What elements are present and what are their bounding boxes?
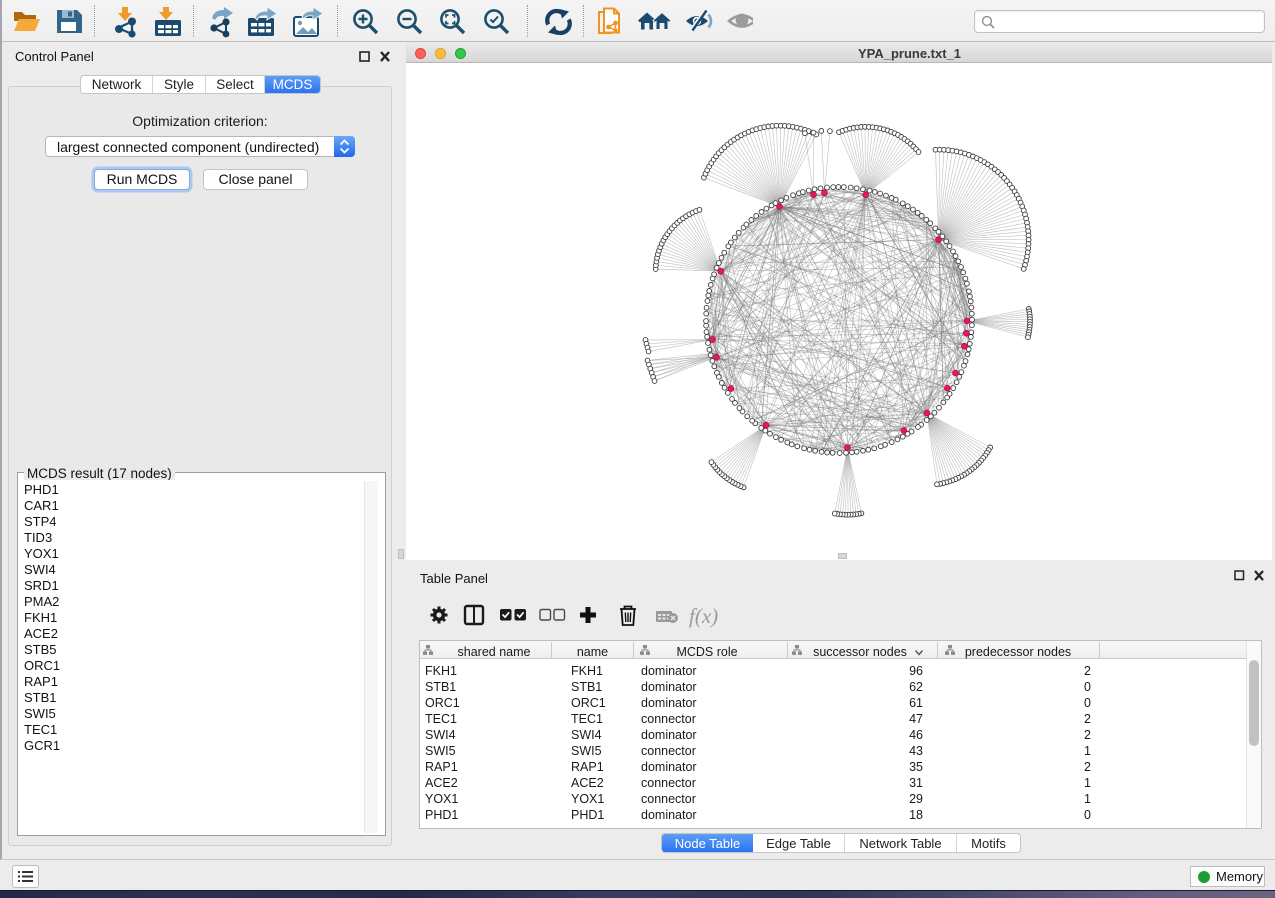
svg-text:f(x): f(x) (689, 604, 718, 628)
